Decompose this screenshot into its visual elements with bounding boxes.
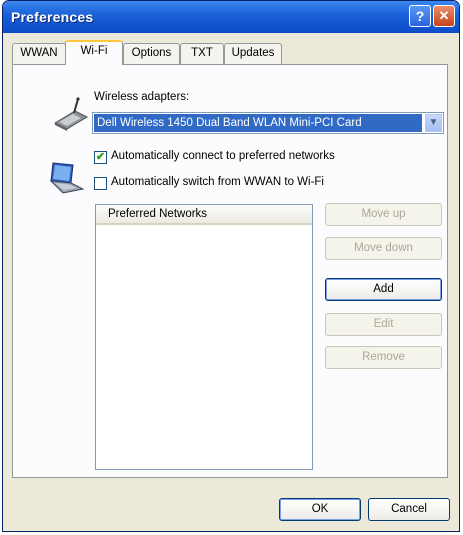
close-icon: ✕: [438, 8, 450, 23]
add-button[interactable]: Add: [325, 278, 442, 301]
tab-updates[interactable]: Updates: [224, 43, 282, 64]
wireless-card-icon: [53, 97, 89, 131]
title-bar[interactable]: Preferences ? ✕: [3, 1, 459, 33]
preferred-networks-header[interactable]: Preferred Networks: [96, 205, 312, 225]
auto-connect-label: Automatically connect to preferred netwo…: [111, 150, 335, 162]
ok-button[interactable]: OK: [279, 498, 361, 521]
help-icon: ?: [415, 8, 425, 24]
edit-button[interactable]: Edit: [325, 313, 442, 336]
tab-wifi[interactable]: Wi-Fi: [65, 40, 123, 65]
auto-switch-checkbox[interactable]: [94, 177, 107, 190]
cancel-button[interactable]: Cancel: [368, 498, 450, 521]
wireless-adapters-label: Wireless adapters:: [94, 91, 190, 103]
tab-txt[interactable]: TXT: [180, 43, 224, 64]
window-title: Preferences: [11, 9, 94, 25]
tab-options[interactable]: Options: [123, 43, 180, 64]
chevron-down-icon[interactable]: ▼: [425, 114, 442, 132]
laptop-icon: [49, 162, 85, 194]
tab-wwan[interactable]: WWAN: [12, 43, 66, 64]
selected-adapter: Dell Wireless 1450 Dual Band WLAN Mini-P…: [94, 114, 422, 132]
preferences-window: Preferences ? ✕ WWAN Wi-Fi Options TXT U…: [2, 0, 460, 532]
preferred-networks-list[interactable]: Preferred Networks: [95, 204, 313, 470]
wireless-adapter-select[interactable]: Dell Wireless 1450 Dual Band WLAN Mini-P…: [92, 112, 444, 134]
close-button[interactable]: ✕: [433, 5, 455, 27]
move-up-button[interactable]: Move up: [325, 203, 442, 226]
auto-switch-label: Automatically switch from WWAN to Wi-Fi: [111, 176, 324, 188]
help-button[interactable]: ?: [409, 5, 431, 27]
auto-connect-checkbox[interactable]: ✔: [94, 151, 107, 164]
remove-button[interactable]: Remove: [325, 346, 442, 369]
move-down-button[interactable]: Move down: [325, 237, 442, 260]
